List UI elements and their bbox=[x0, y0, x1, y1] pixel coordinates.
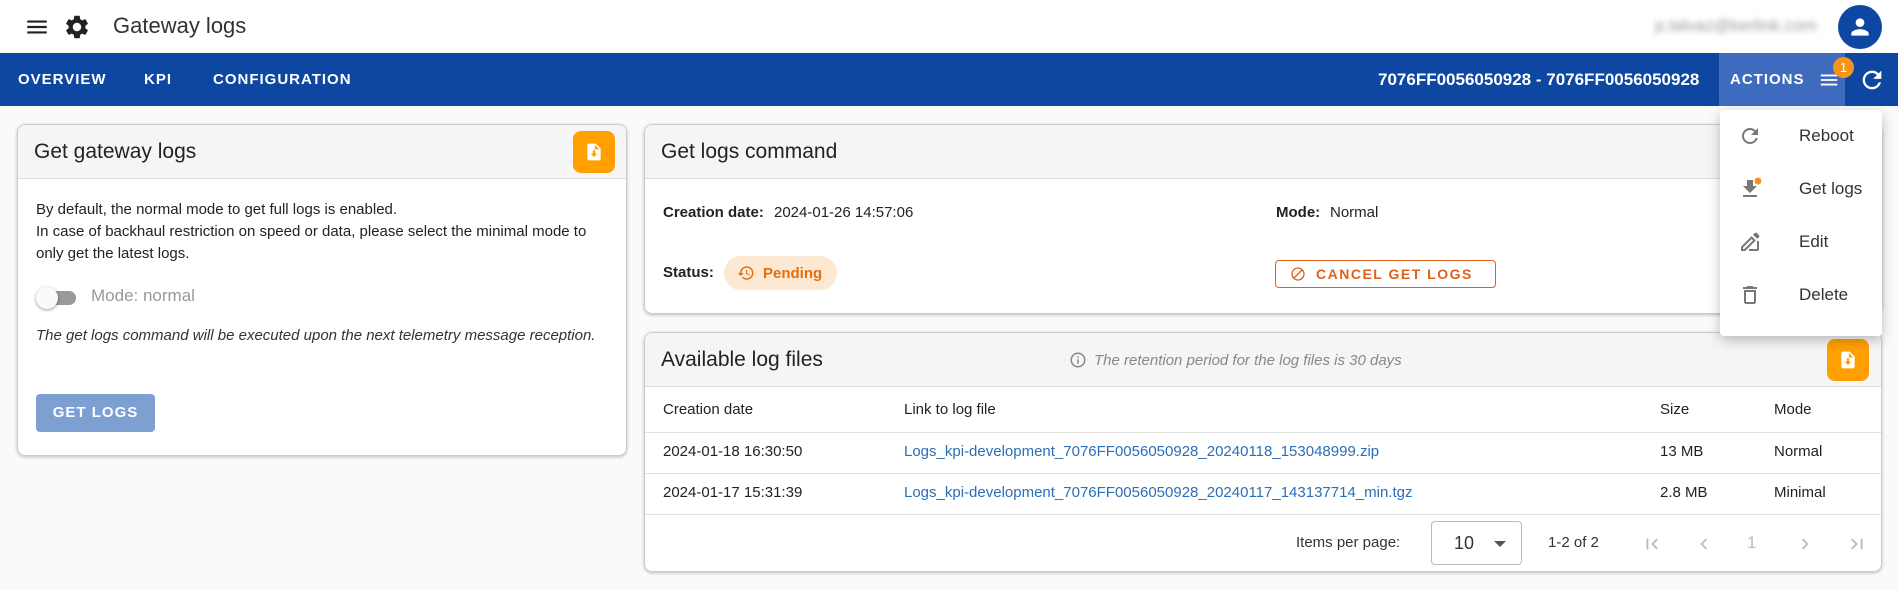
cell-size: 13 MB bbox=[1660, 443, 1704, 460]
previous-page-icon[interactable] bbox=[1693, 533, 1715, 555]
get-gateway-logs-card: Get gateway logs By default, the normal … bbox=[17, 124, 627, 456]
cancel-label: CANCEL GET LOGS bbox=[1316, 266, 1473, 282]
pagination-range: 1-2 of 2 bbox=[1548, 534, 1599, 551]
user-email: p.talvaz@kerlink.com bbox=[1655, 16, 1817, 35]
restart-icon bbox=[1738, 124, 1762, 148]
description-line-2: In case of backhaul restriction on speed… bbox=[36, 223, 587, 262]
block-icon bbox=[1291, 267, 1305, 281]
person-icon bbox=[1851, 18, 1869, 36]
edit-icon bbox=[1738, 230, 1762, 254]
menu-item-label: Edit bbox=[1799, 232, 1829, 251]
mode-value: Normal bbox=[1330, 204, 1379, 221]
first-page-icon[interactable] bbox=[1641, 533, 1663, 555]
actions-menu: Reboot Get logs Edit Delete bbox=[1720, 110, 1882, 336]
info-icon bbox=[1070, 352, 1086, 368]
items-per-page-select[interactable]: 10 bbox=[1431, 521, 1522, 565]
available-log-files-card: Available log files The retention period… bbox=[644, 332, 1882, 572]
column-header-mode[interactable]: Mode bbox=[1774, 401, 1812, 418]
creation-date-label: Creation date: bbox=[663, 204, 764, 221]
cell-mode: Normal bbox=[1774, 443, 1823, 460]
items-per-page-value: 10 bbox=[1454, 533, 1475, 553]
cell-creation-date: 2024-01-18 16:30:50 bbox=[663, 443, 803, 460]
actions-button[interactable]: ACTIONS 1 bbox=[1719, 53, 1854, 106]
download-icon bbox=[1738, 177, 1762, 201]
trash-icon bbox=[1738, 283, 1762, 307]
toggle-knob bbox=[36, 287, 58, 309]
avatar[interactable] bbox=[1838, 5, 1882, 49]
menu-item-label: Get logs bbox=[1799, 179, 1863, 198]
refresh-icon[interactable] bbox=[1858, 66, 1886, 94]
current-page: 1 bbox=[1747, 533, 1757, 552]
file-download-icon bbox=[1841, 351, 1855, 369]
row-divider bbox=[645, 473, 1881, 474]
items-per-page-label: Items per page: bbox=[1296, 534, 1401, 551]
column-header-size[interactable]: Size bbox=[1660, 401, 1689, 418]
file-download-button[interactable] bbox=[1827, 339, 1869, 381]
pending-icon bbox=[737, 266, 754, 280]
next-page-icon[interactable] bbox=[1794, 533, 1816, 555]
cancel-get-logs-button[interactable]: CANCEL GET LOGS bbox=[1275, 260, 1496, 288]
log-file-link[interactable]: Logs_kpi-development_7076FF0056050928_20… bbox=[904, 443, 1379, 460]
cell-creation-date: 2024-01-17 15:31:39 bbox=[663, 484, 803, 501]
retention-note: The retention period for the log files i… bbox=[1069, 351, 1402, 369]
status-label: Status: bbox=[663, 264, 714, 281]
get-logs-button[interactable]: GET LOGS bbox=[36, 394, 155, 432]
status-badge: Pending bbox=[724, 256, 837, 290]
menu-item-get-logs[interactable]: Get logs bbox=[1720, 163, 1882, 216]
caret-down-icon bbox=[1494, 541, 1506, 547]
cell-mode: Minimal bbox=[1774, 484, 1826, 501]
description-line-1: By default, the normal mode to get full … bbox=[36, 201, 398, 218]
card-header: Get logs command bbox=[645, 125, 1881, 179]
mode-toggle[interactable] bbox=[36, 285, 78, 309]
card-title: Get gateway logs bbox=[34, 140, 197, 163]
creation-date-value: 2024-01-26 14:57:06 bbox=[774, 204, 914, 221]
nav-bar: OVERVIEW KPI CONFIGURATION 7076FF0056050… bbox=[0, 53, 1898, 106]
last-page-icon[interactable] bbox=[1846, 533, 1868, 555]
tab-configuration[interactable]: CONFIGURATION bbox=[213, 53, 352, 106]
top-app-bar: Gateway logs p.talvaz@kerlink.com bbox=[0, 0, 1898, 53]
card-title: Available log files bbox=[661, 348, 823, 371]
menu-item-label: Delete bbox=[1799, 285, 1849, 304]
execution-note: The get logs command will be executed up… bbox=[36, 327, 596, 344]
cell-size: 2.8 MB bbox=[1660, 484, 1708, 501]
card-header: Available log files The retention period… bbox=[645, 333, 1881, 387]
row-divider bbox=[645, 514, 1881, 515]
status-text: Pending bbox=[763, 264, 823, 282]
mode-label: Mode: bbox=[1276, 204, 1321, 221]
tab-overview[interactable]: OVERVIEW bbox=[18, 53, 107, 106]
row-divider bbox=[645, 432, 1881, 433]
gear-icon[interactable] bbox=[63, 13, 91, 41]
retention-text: The retention period for the log files i… bbox=[1094, 351, 1402, 369]
get-logs-command-card: Get logs command Creation date: 2024-01-… bbox=[644, 124, 1882, 314]
menu-item-delete[interactable]: Delete bbox=[1720, 269, 1882, 322]
menu-item-label: Reboot bbox=[1799, 126, 1854, 145]
menu-item-edit[interactable]: Edit bbox=[1720, 216, 1882, 269]
tab-kpi[interactable]: KPI bbox=[144, 53, 172, 106]
log-file-link[interactable]: Logs_kpi-development_7076FF0056050928_20… bbox=[904, 484, 1412, 501]
menu-item-reboot[interactable]: Reboot bbox=[1720, 110, 1882, 163]
menu-icon[interactable] bbox=[24, 14, 50, 40]
page-title: Gateway logs bbox=[113, 13, 247, 38]
card-header: Get gateway logs bbox=[18, 125, 626, 179]
card-title: Get logs command bbox=[661, 140, 838, 163]
gateway-id: 7076FF0056050928 - 7076FF0056050928 bbox=[1378, 70, 1700, 89]
file-download-button[interactable] bbox=[573, 131, 615, 173]
column-header-link[interactable]: Link to log file bbox=[904, 401, 996, 418]
mode-toggle-label: Mode: normal bbox=[91, 286, 195, 305]
notification-badge: 1 bbox=[1833, 57, 1854, 78]
actions-label: ACTIONS bbox=[1730, 71, 1805, 88]
column-header-creation-date[interactable]: Creation date bbox=[663, 401, 753, 418]
file-download-icon bbox=[587, 143, 601, 161]
